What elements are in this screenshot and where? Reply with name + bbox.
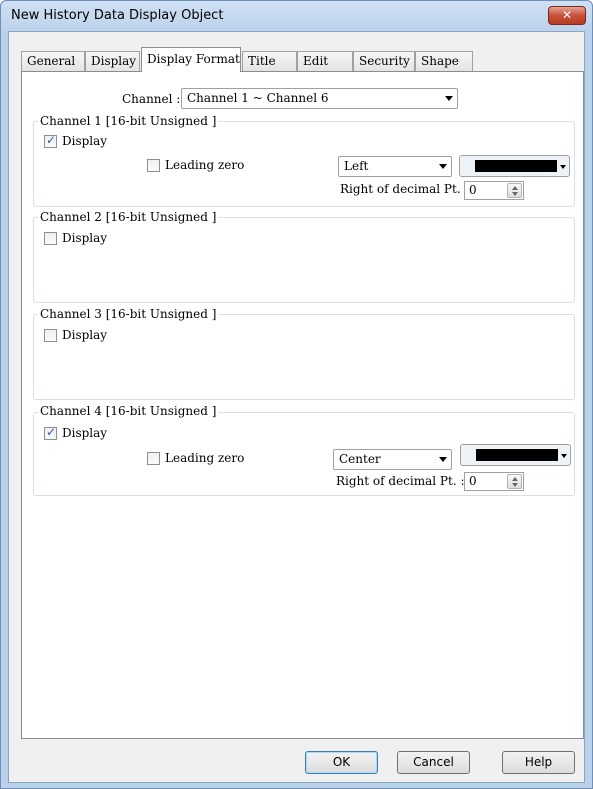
channel-1-leading-zero-label: Leading zero <box>165 158 245 172</box>
channel-1-align-select[interactable]: Left <box>338 156 452 177</box>
channel-2-title: Channel 2 [16-bit Unsigned ] <box>38 210 219 224</box>
channel-3-title: Channel 3 [16-bit Unsigned ] <box>38 307 219 321</box>
close-button[interactable]: ✕ <box>548 6 586 25</box>
channel-4-align-value: Center <box>339 452 381 466</box>
cancel-button-label: Cancel <box>413 755 454 769</box>
tab-general[interactable]: General <box>21 51 85 71</box>
channel-4-align-select[interactable]: Center <box>333 449 452 470</box>
channel-4-leading-zero-checkbox[interactable] <box>147 452 160 465</box>
check-icon: ✓ <box>46 133 57 147</box>
channel-1-display-label: Display <box>62 134 108 148</box>
channel-select-value: Channel 1 ~ Channel 6 <box>187 91 329 105</box>
chevron-down-icon <box>439 457 447 462</box>
chevron-down-icon <box>560 165 566 169</box>
tab-security[interactable]: Security <box>353 51 415 71</box>
channel-4-title: Channel 4 [16-bit Unsigned ] <box>38 404 219 418</box>
channel-4-color-picker[interactable] <box>460 444 571 466</box>
channel-4-decimal-stepper[interactable]: 0 <box>464 472 524 491</box>
channel-1-decimal-value: 0 <box>469 183 477 197</box>
channel-3-group <box>33 314 575 400</box>
spin-arrows-icon[interactable] <box>507 183 522 198</box>
color-swatch <box>475 160 557 172</box>
channel-4-decimal-value: 0 <box>469 474 477 488</box>
tab-display[interactable]: Display <box>85 51 140 71</box>
channel-2-display-label: Display <box>62 231 108 245</box>
channel-1-title: Channel 1 [16-bit Unsigned ] <box>38 114 219 128</box>
channel-4-leading-zero-label: Leading zero <box>165 451 245 465</box>
channel-1-color-picker[interactable] <box>459 155 570 177</box>
tab-label: Display <box>91 54 137 68</box>
window-title: New History Data Display Object <box>11 8 224 23</box>
chevron-down-icon <box>439 164 447 169</box>
channel-select[interactable]: Channel 1 ~ Channel 6 <box>181 88 458 109</box>
tab-shape[interactable]: Shape <box>415 51 473 71</box>
help-button-label: Help <box>524 755 553 769</box>
channel-1-decimal-stepper[interactable]: 0 <box>464 181 524 200</box>
tab-edit[interactable]: Edit <box>297 51 353 71</box>
check-icon: ✓ <box>46 425 57 439</box>
ok-button-label: OK <box>332 755 351 769</box>
channel-1-decimal-label: Right of decimal Pt. : <box>340 182 469 196</box>
channel-1-display-checkbox[interactable]: ✓ <box>44 133 57 148</box>
color-swatch <box>476 449 558 461</box>
channel-4-display-label: Display <box>62 426 108 440</box>
channel-1-align-value: Left <box>344 159 369 173</box>
cancel-button[interactable]: Cancel <box>397 751 470 774</box>
chevron-down-icon <box>445 96 453 101</box>
spin-arrows-icon[interactable] <box>507 474 522 489</box>
help-button[interactable]: Help <box>502 751 575 774</box>
tab-label: General <box>27 54 76 68</box>
close-icon: ✕ <box>561 8 573 22</box>
channel-2-group <box>33 217 575 303</box>
channel-4-decimal-label: Right of decimal Pt. : <box>336 474 465 488</box>
tab-label: Security <box>359 54 410 68</box>
channel-2-display-checkbox[interactable] <box>44 232 57 245</box>
title-bar[interactable]: New History Data Display Object ✕ <box>1 1 592 31</box>
tab-title[interactable]: Title <box>242 51 297 71</box>
tab-label: Shape <box>421 54 459 68</box>
channel-1-leading-zero-checkbox[interactable] <box>147 159 160 172</box>
tab-display-format[interactable]: Display Format <box>141 47 241 72</box>
channel-4-display-checkbox[interactable]: ✓ <box>44 425 57 440</box>
tab-label: Edit <box>303 54 329 68</box>
tab-label: Display Format <box>147 52 240 66</box>
channel-3-display-checkbox[interactable] <box>44 329 57 342</box>
ok-button[interactable]: OK <box>305 751 378 774</box>
chevron-down-icon <box>561 454 567 458</box>
channel-label: Channel : <box>122 92 181 106</box>
tab-label: Title <box>248 54 276 68</box>
channel-3-display-label: Display <box>62 328 108 342</box>
